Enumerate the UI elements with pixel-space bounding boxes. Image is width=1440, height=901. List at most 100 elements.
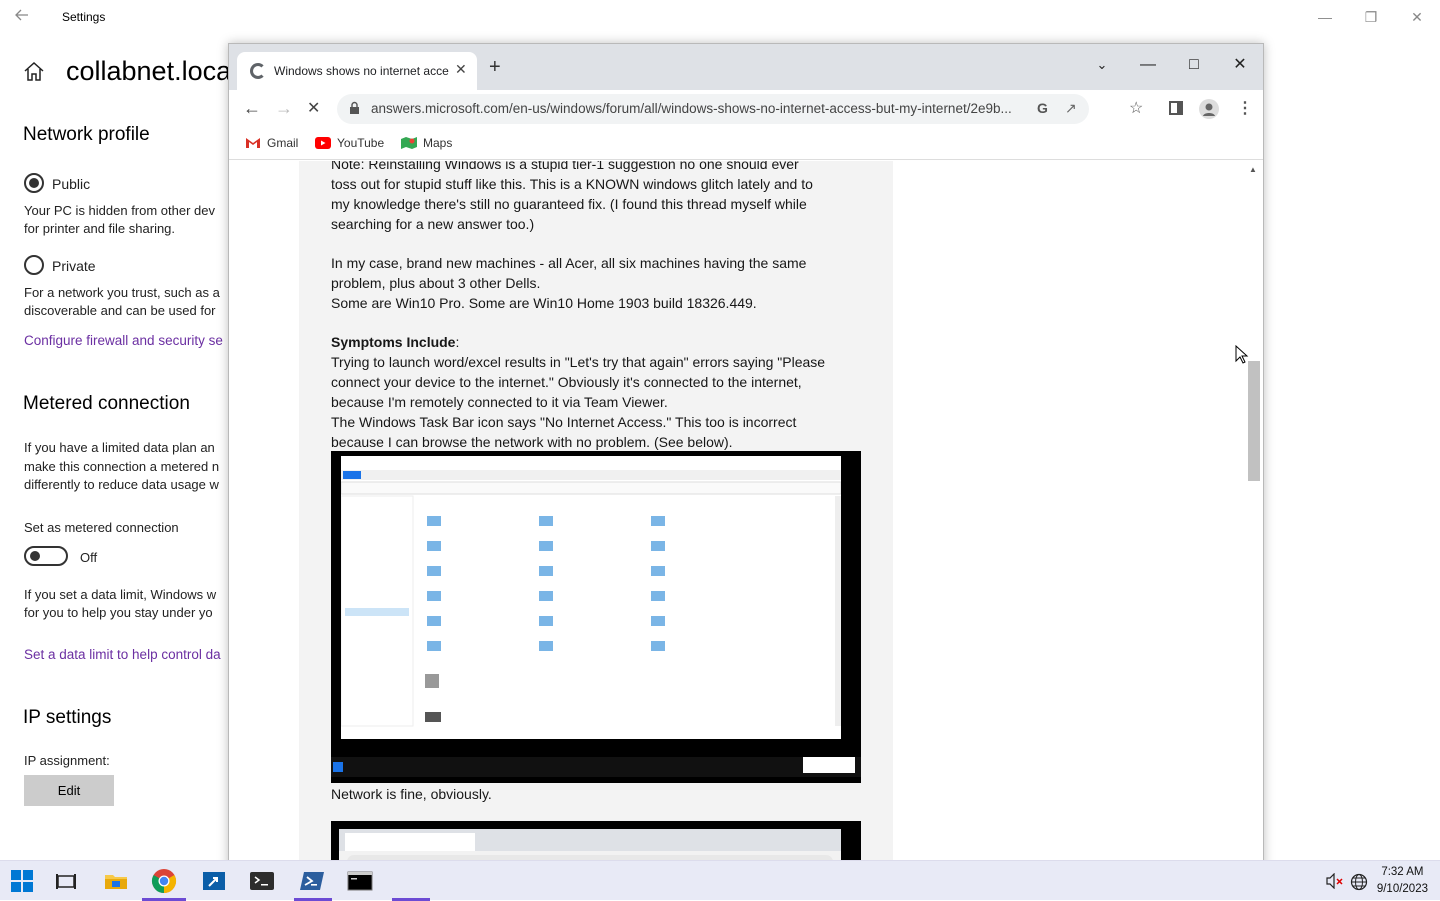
post-line: Note: Reinstalling Windows is a stupid t… xyxy=(331,161,799,172)
edit-button[interactable]: Edit xyxy=(24,775,114,806)
settings-titlebar: Settings — ❐ ✕ xyxy=(0,0,1440,34)
chrome-icon[interactable] xyxy=(150,867,178,895)
bookmarks-bar: Gmail YouTube Maps xyxy=(229,128,1263,160)
network-profile-title: Network profile xyxy=(23,124,150,145)
firewall-link[interactable]: Configure firewall and security se xyxy=(24,333,223,348)
screenshot-taskbar-drawing xyxy=(333,757,855,773)
metered-toggle-state: Off xyxy=(80,550,98,565)
private-radio[interactable] xyxy=(24,255,44,275)
post-line: toss out for stupid stuff like this. Thi… xyxy=(331,176,813,192)
browser-window: Windows shows no internet acce ✕ + ⌄ — □… xyxy=(228,43,1264,875)
close-icon[interactable]: ✕ xyxy=(1225,50,1255,80)
restore-icon[interactable]: ❐ xyxy=(1360,6,1382,28)
metered-title: Metered connection xyxy=(23,393,190,414)
share-icon[interactable]: ↗ xyxy=(1065,100,1077,117)
bookmark-gmail[interactable]: Gmail xyxy=(245,136,298,150)
metered-desc-2: make this connection a metered n xyxy=(24,459,220,474)
limit-desc-1: If you set a data limit, Windows w xyxy=(24,587,217,602)
post-line: searching for a new answer too.) xyxy=(331,216,535,232)
scroll-up-icon[interactable]: ▲ xyxy=(1249,165,1257,174)
scrollbar-thumb[interactable] xyxy=(1248,361,1260,481)
home-icon[interactable] xyxy=(22,60,46,84)
symptoms-colon: : xyxy=(455,334,460,350)
google-lens-icon[interactable]: G xyxy=(1037,100,1048,116)
gmail-icon xyxy=(246,138,260,148)
post-line: because I can browse the network with no… xyxy=(331,434,733,450)
network-name-heading: collabnet.loca xyxy=(66,56,232,86)
back-arrow-icon[interactable] xyxy=(14,7,34,27)
public-desc-1: Your PC is hidden from other dev xyxy=(24,203,216,218)
post-line: problem, plus about 3 other Dells. xyxy=(331,275,541,291)
menu-icon[interactable]: ⋮ xyxy=(1237,98,1253,118)
task-view-icon[interactable] xyxy=(52,867,80,895)
tab-search-icon[interactable]: ⌄ xyxy=(1087,50,1117,80)
loading-icon xyxy=(250,63,266,79)
tab-strip: Windows shows no internet acce ✕ + ⌄ — □… xyxy=(229,44,1263,90)
side-panel-icon[interactable] xyxy=(1169,101,1183,115)
bookmark-youtube[interactable]: YouTube xyxy=(315,136,384,150)
symptoms-heading-text: Symptoms Include xyxy=(331,334,456,350)
stop-icon[interactable]: ✕ xyxy=(307,98,320,118)
private-desc-2: discoverable and can be used for xyxy=(24,303,216,318)
maps-icon xyxy=(401,137,417,149)
volume-muted-icon[interactable] xyxy=(1326,872,1344,892)
bookmark-star-icon[interactable]: ☆ xyxy=(1129,98,1143,118)
tab-title: Windows shows no internet acce xyxy=(274,64,449,78)
ip-assignment-label: IP assignment: xyxy=(24,753,110,768)
bookmark-maps[interactable]: Maps xyxy=(401,136,452,150)
public-radio[interactable] xyxy=(24,173,44,193)
metered-desc-3: differently to reduce data usage w xyxy=(24,477,219,492)
private-desc-1: For a network you trust, such as a xyxy=(24,285,220,300)
remote-desktop-icon[interactable] xyxy=(200,867,228,895)
metered-set-label: Set as metered connection xyxy=(24,520,179,535)
start-icon[interactable] xyxy=(8,867,36,895)
clock[interactable]: 7:32 AM 9/10/2023 xyxy=(1377,864,1428,898)
limit-desc-2: for you to help you stay under yo xyxy=(24,605,213,620)
url-text: answers.microsoft.com/en-us/windows/foru… xyxy=(371,101,1012,116)
minimize-icon[interactable]: — xyxy=(1314,6,1336,28)
post-line: The Windows Task Bar icon says "No Inter… xyxy=(331,414,797,430)
image-caption: Network is fine, obviously. xyxy=(331,786,492,802)
clock-date: 9/10/2023 xyxy=(1376,883,1428,895)
network-screenshot-image xyxy=(331,451,861,783)
screenshot-window xyxy=(340,456,842,739)
bookmark-label: YouTube xyxy=(337,136,385,150)
command-prompt-icon[interactable] xyxy=(346,867,374,895)
file-explorer-icon[interactable] xyxy=(102,867,130,895)
active-tab[interactable]: Windows shows no internet acce ✕ xyxy=(237,52,477,90)
back-icon[interactable]: ← xyxy=(243,98,261,119)
post-line: because I'm remotely connected to it via… xyxy=(331,394,668,410)
clock-time: 7:32 AM xyxy=(1381,866,1424,878)
powershell-icon[interactable] xyxy=(298,867,326,895)
data-limit-link[interactable]: Set a data limit to help control da xyxy=(24,647,221,662)
page-content: Note: Reinstalling Windows is a stupid t… xyxy=(229,161,1263,874)
private-label: Private xyxy=(52,258,96,274)
bookmark-label: Maps xyxy=(423,136,453,150)
page-scrollbar[interactable]: ▲ xyxy=(1245,161,1263,874)
minimize-icon[interactable]: — xyxy=(1133,50,1163,80)
symptoms-heading: Symptoms Include: xyxy=(331,332,459,352)
post-line: In my case, brand new machines - all Ace… xyxy=(331,255,807,271)
forward-icon[interactable]: → xyxy=(275,98,293,119)
new-tab-icon[interactable]: + xyxy=(489,56,501,79)
file-explorer-illustration xyxy=(340,456,842,727)
bookmark-label: Gmail xyxy=(267,136,299,150)
metered-toggle[interactable] xyxy=(24,546,68,566)
address-bar[interactable]: answers.microsoft.com/en-us/windows/foru… xyxy=(337,94,1089,124)
close-icon[interactable]: ✕ xyxy=(1406,6,1428,28)
post-line: connect your device to the internet." Ob… xyxy=(331,374,802,390)
public-desc-2: for printer and file sharing. xyxy=(24,221,176,236)
mouse-cursor-icon xyxy=(1235,345,1249,364)
browser-toolbar: ← → ✕ answers.microsoft.com/en-us/window… xyxy=(229,90,1263,128)
maximize-icon[interactable]: □ xyxy=(1179,50,1209,80)
taskbar: 7:32 AM 9/10/2023 xyxy=(0,860,1440,901)
metered-desc-1: If you have a limited data plan an xyxy=(24,440,215,455)
profile-avatar-icon[interactable] xyxy=(1199,99,1219,119)
youtube-icon xyxy=(315,137,331,149)
settings-title: Settings xyxy=(62,10,106,24)
tab-close-icon[interactable]: ✕ xyxy=(455,61,467,78)
public-label: Public xyxy=(52,176,91,192)
post-line: Trying to launch word/excel results in "… xyxy=(331,354,826,370)
network-globe-icon[interactable] xyxy=(1350,873,1368,894)
terminal-icon[interactable] xyxy=(248,867,276,895)
